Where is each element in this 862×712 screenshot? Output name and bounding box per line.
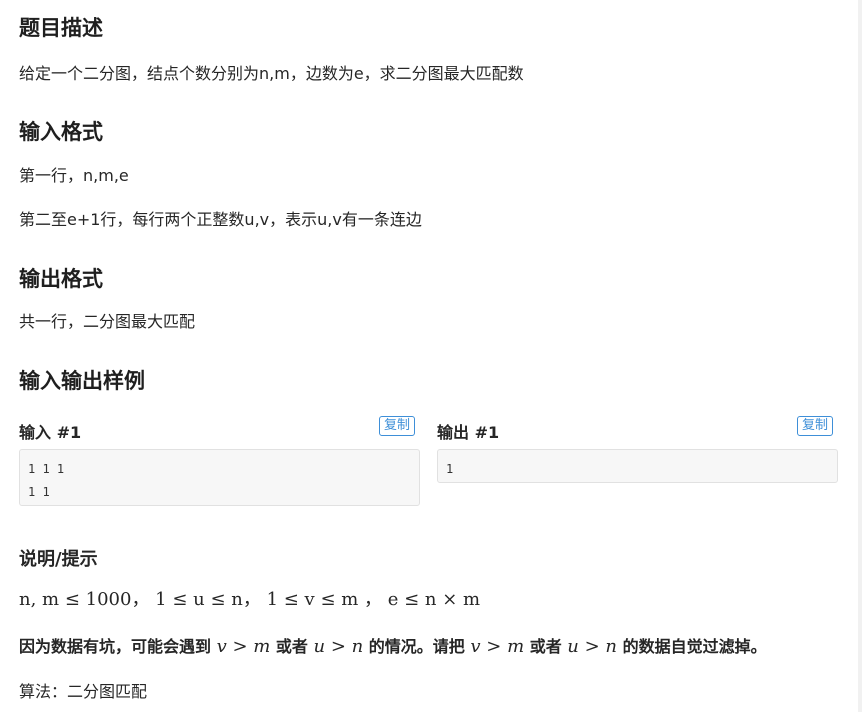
output-format-line1: 共一行，二分图最大匹配 — [19, 312, 196, 331]
copy-output-button[interactable]: 复制 — [797, 416, 834, 436]
input-format-line2: 第二至e+1行，每行两个正整数u,v，表示u,v有一条连边 — [19, 210, 422, 229]
sample-input-line: 1 1 — [28, 485, 50, 499]
hint-note-math: v > m — [470, 636, 525, 657]
input-format-line1: 第一行，n,m,e — [19, 166, 129, 185]
hint-algorithm: 算法：二分图匹配 — [19, 682, 148, 701]
hint-note-math: v > m — [216, 636, 271, 657]
section-title-output-format: 输出格式 — [19, 267, 103, 291]
description-text: 给定一个二分图，结点个数分别为n,m，边数为e，求二分图最大匹配数 — [19, 64, 524, 83]
sample-output-label: 输出 #1 — [437, 423, 500, 442]
sample-output-box[interactable]: 1 — [437, 449, 838, 483]
sample-output-line: 1 — [446, 462, 454, 476]
section-title-samples: 输入输出样例 — [19, 369, 145, 393]
hint-note-text: 的数据自觉过滤掉。 — [617, 637, 767, 656]
section-title-hint: 说明/提示 — [19, 549, 98, 570]
scrollbar[interactable] — [858, 0, 862, 712]
section-title-input-format: 输入格式 — [19, 120, 103, 144]
section-title-description: 题目描述 — [19, 16, 103, 40]
sample-input-line: 1 1 1 — [28, 462, 65, 476]
hint-note-math: u > n — [567, 636, 618, 657]
copy-input-button[interactable]: 复制 — [379, 416, 416, 436]
hint-note-text: 或者 — [270, 637, 314, 656]
hint-note-text: 或者 — [524, 637, 568, 656]
sample-input-box[interactable]: 1 1 1 1 1 — [19, 449, 420, 506]
hint-note-math: u > n — [313, 636, 364, 657]
hint-note-text: 的情况。请把 — [363, 637, 471, 656]
hint-note-text: 因为数据有坑，可能会遇到 — [19, 637, 217, 656]
hint-note: 因为数据有坑，可能会遇到 v > m 或者 u > n 的情况。请把 v > m… — [19, 633, 767, 657]
sample-input-label: 输入 #1 — [19, 423, 82, 442]
hint-constraints: n, m ≤ 1000， 1 ≤ u ≤ n， 1 ≤ v ≤ m ， e ≤ … — [19, 589, 481, 610]
